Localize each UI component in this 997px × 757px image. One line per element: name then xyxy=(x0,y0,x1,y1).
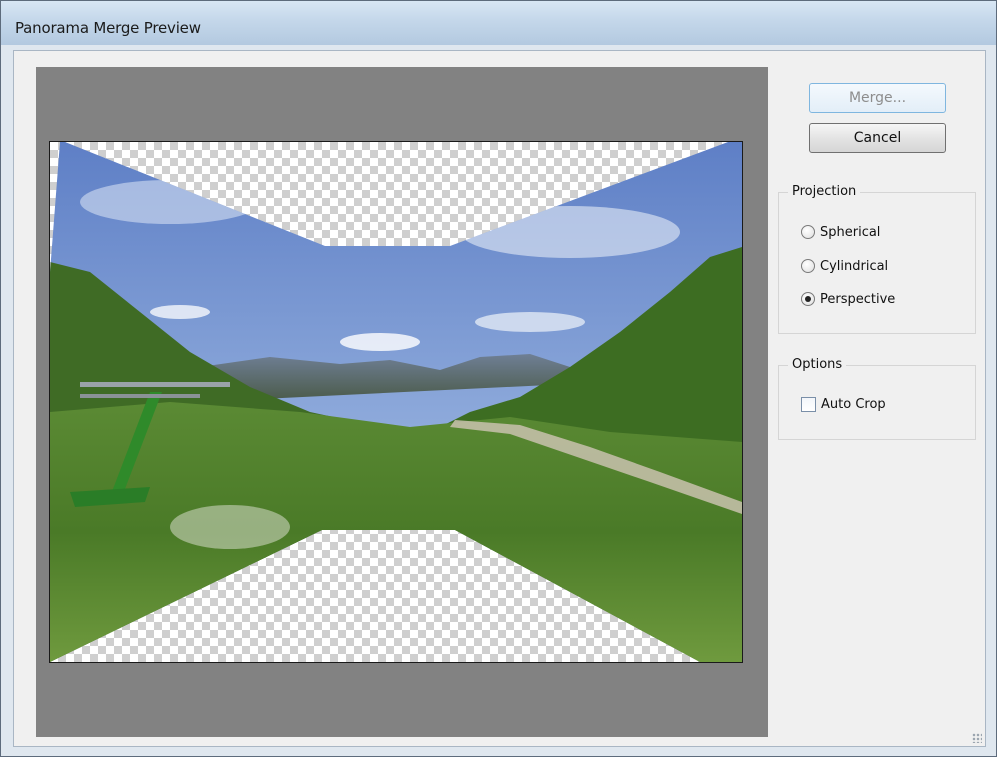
auto-crop-checkbox[interactable] xyxy=(801,396,816,412)
radio-label: Spherical xyxy=(820,224,881,240)
radio-perspective[interactable]: Perspective xyxy=(801,289,895,309)
title-bar[interactable]: Panorama Merge Preview xyxy=(1,1,996,45)
panorama-image xyxy=(50,142,742,662)
radio-label: Perspective xyxy=(820,291,896,307)
auto-crop-checkbox-row[interactable]: Auto Crop xyxy=(801,394,886,414)
options-legend: Options xyxy=(788,357,847,372)
resize-grip-icon[interactable] xyxy=(972,733,982,743)
auto-crop-label: Auto Crop xyxy=(821,396,886,412)
radio-button-icon[interactable] xyxy=(801,225,815,239)
merge-button[interactable]: Merge... xyxy=(809,83,946,113)
dialog-window: Panorama Merge Preview Merge... Cancel P… xyxy=(0,0,997,757)
projection-group: Projection Spherical Cylindrical Perspec… xyxy=(778,184,976,334)
radio-cylindrical[interactable]: Cylindrical xyxy=(801,256,888,276)
panorama-preview-canvas xyxy=(49,141,743,663)
window-title: Panorama Merge Preview xyxy=(15,19,201,37)
radio-button-selected-icon[interactable] xyxy=(801,292,815,306)
preview-area xyxy=(36,67,768,737)
options-group: Options Auto Crop xyxy=(778,357,976,440)
radio-button-icon[interactable] xyxy=(801,259,815,273)
radio-spherical[interactable]: Spherical xyxy=(801,222,880,242)
cancel-button[interactable]: Cancel xyxy=(809,123,946,153)
dialog-client-area: Merge... Cancel Projection Spherical Cyl… xyxy=(13,50,986,747)
radio-label: Cylindrical xyxy=(820,258,889,274)
projection-legend: Projection xyxy=(788,184,861,199)
